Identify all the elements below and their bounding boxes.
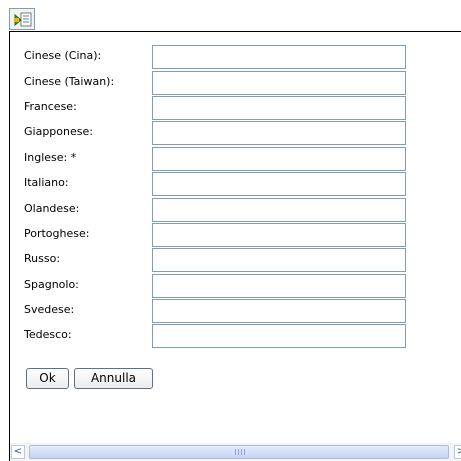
english-field[interactable] [152,147,406,171]
form-row-chinese-taiwan: Cinese (Taiwan): [24,71,414,97]
swedish-field[interactable] [152,299,406,323]
form-row-english: Inglese: * [24,147,414,173]
form-row-chinese-china: Cinese (Cina): [24,45,414,71]
form-row-portuguese: Portoghese: [24,223,414,249]
grip-icon [235,449,245,455]
field-label: Italiano: [24,176,69,189]
scroll-right-arrow-icon[interactable]: > [454,445,461,459]
form-row-dutch: Olandese: [24,198,414,224]
form-row-german: Tedesco: [24,324,414,350]
scroll-thumb[interactable] [29,445,449,459]
italian-field[interactable] [152,172,406,196]
panel-left-border [9,31,10,461]
field-label: Cinese (Cina): [24,49,102,62]
russian-field[interactable] [152,248,406,272]
dutch-field[interactable] [152,198,406,222]
cancel-button[interactable]: Annulla [74,368,153,389]
field-label: Portoghese: [24,227,90,240]
spanish-field[interactable] [152,274,406,298]
scroll-left-arrow-icon[interactable]: < [11,445,25,459]
field-label: Olandese: [24,202,80,215]
horizontal-scrollbar[interactable]: < > [10,443,461,461]
toolbar-translate-button[interactable] [9,8,35,30]
field-label: Russo: [24,252,61,265]
form-row-french: Francese: [24,96,414,122]
field-label: Cinese (Taiwan): [24,75,115,88]
form-row-russian: Russo: [24,248,414,274]
form-row-italian: Italiano: [24,172,414,198]
field-label: Francese: [24,100,77,113]
field-label: Giapponese: [24,125,93,138]
chinese-taiwan-field[interactable] [152,71,406,95]
japanese-field[interactable] [152,121,406,145]
field-label: Spagnolo: [24,278,79,291]
translation-dialog: Cinese (Cina): Cinese (Taiwan): Francese… [0,0,461,461]
form-row-spanish: Spagnolo: [24,274,414,300]
ok-button[interactable]: Ok [26,368,69,389]
toolbar-separator [9,31,461,32]
field-label: Tedesco: [24,328,72,341]
form-row-swedish: Svedese: [24,299,414,325]
field-label: Svedese: [24,303,75,316]
chinese-china-field[interactable] [152,45,406,69]
french-field[interactable] [152,96,406,120]
german-field[interactable] [152,324,406,348]
form-row-japanese: Giapponese: [24,121,414,147]
translate-icon [14,12,32,27]
field-label: Inglese: * [24,151,77,164]
portuguese-field[interactable] [152,223,406,247]
